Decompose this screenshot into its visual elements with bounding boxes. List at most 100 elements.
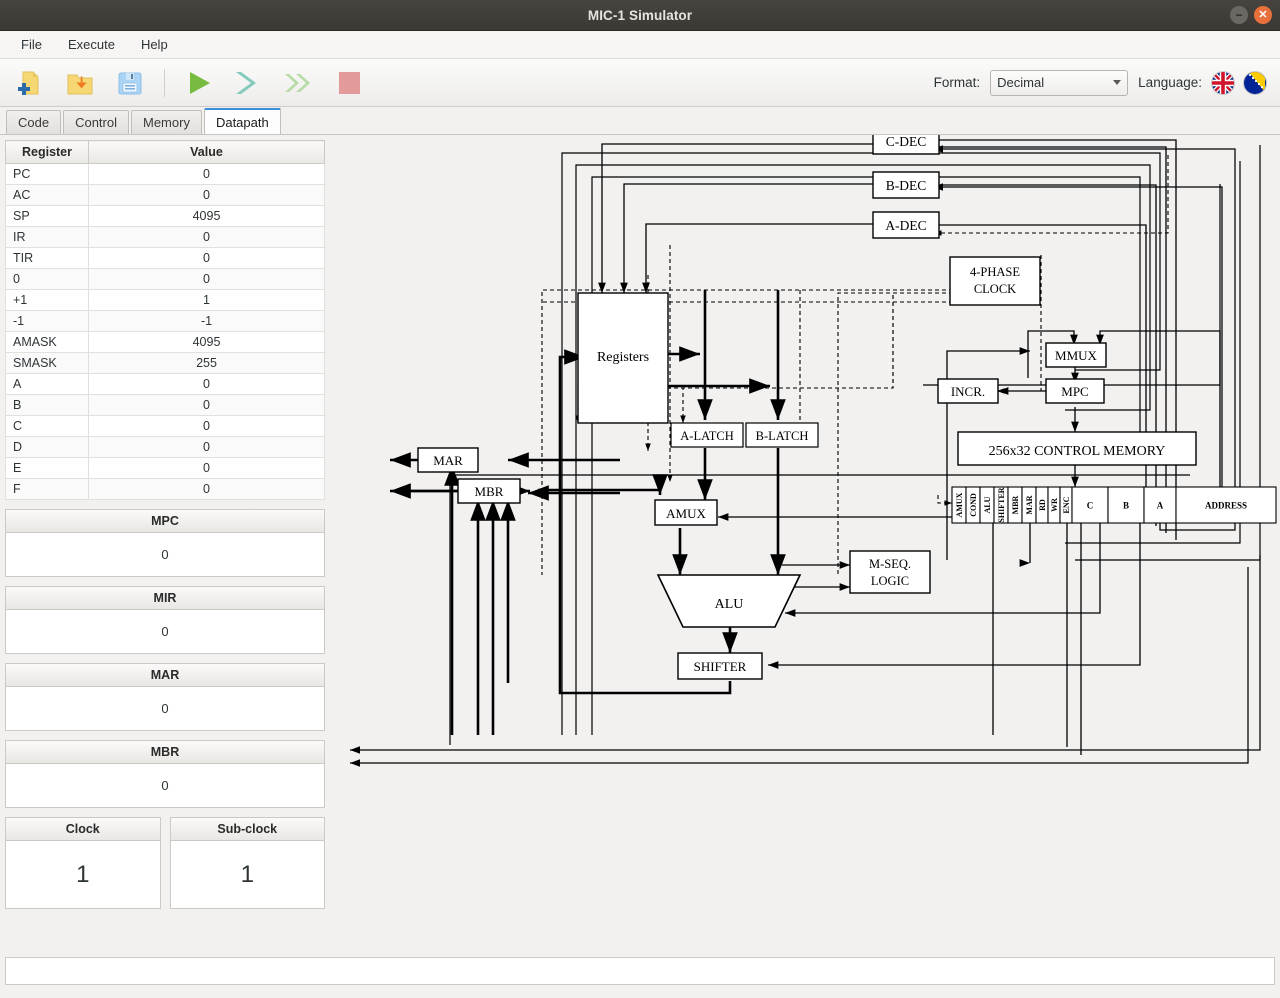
step-icon (232, 68, 266, 98)
register-name-cell: IR (6, 227, 89, 248)
main-content: Register Value PC0AC0SP4095IR0TIR000+11-… (0, 135, 1280, 998)
table-row[interactable]: +11 (6, 290, 325, 311)
register-value-cell: 0 (89, 269, 325, 290)
menubar: File Execute Help (0, 31, 1280, 59)
block-shifter-label: SHIFTER (694, 659, 747, 674)
value-panel-title: MAR (6, 664, 324, 687)
value-panel-title: MBR (6, 741, 324, 764)
united-kingdom-flag-icon[interactable] (1212, 72, 1234, 94)
block-b-latch-label: B-LATCH (756, 429, 809, 443)
column-header-register: Register (6, 141, 89, 164)
block-4-phase-clock-label-2: CLOCK (974, 282, 1016, 296)
new-file-button[interactable] (10, 63, 50, 103)
block-mmux-label: MMUX (1055, 348, 1098, 363)
run-button[interactable] (179, 63, 219, 103)
stop-button[interactable] (329, 63, 369, 103)
table-row[interactable]: TIR0 (6, 248, 325, 269)
table-row[interactable]: IR0 (6, 227, 325, 248)
step-button[interactable] (229, 63, 269, 103)
table-header-row: Register Value (6, 141, 325, 164)
menu-execute[interactable]: Execute (57, 34, 126, 55)
table-row[interactable]: SMASK255 (6, 353, 325, 374)
window-controls: − ✕ (1230, 0, 1272, 30)
value-panel-mbr: MBR0 (5, 740, 325, 808)
menu-help[interactable]: Help (130, 34, 179, 55)
block-mbr-label: MBR (475, 484, 504, 499)
table-row[interactable]: C0 (6, 416, 325, 437)
chevron-down-icon (1113, 80, 1121, 85)
table-row[interactable]: A0 (6, 374, 325, 395)
tab-code[interactable]: Code (6, 110, 61, 134)
value-panel-mar: MAR0 (5, 663, 325, 731)
toolbar-file-group (10, 63, 150, 103)
register-value-cell: 0 (89, 227, 325, 248)
table-row[interactable]: E0 (6, 458, 325, 479)
clock-panel-title: Clock (6, 818, 160, 841)
tab-control[interactable]: Control (63, 110, 129, 134)
value-panel-value: 0 (6, 610, 324, 653)
block-control-memory-label: 256x32 CONTROL MEMORY (989, 444, 1166, 459)
value-panel-mir: MIR0 (5, 586, 325, 654)
close-icon[interactable]: ✕ (1254, 6, 1272, 24)
clock-panel: Clock 1 (5, 817, 161, 909)
block-m-seq-logic-label-1: M-SEQ. (869, 557, 911, 571)
save-file-icon (115, 68, 145, 98)
datapath-diagram-panel: Registers A-LATCH B-LATCH MAR MBR AMUX A… (330, 135, 1280, 998)
mir-field-label: COND (969, 493, 978, 517)
register-name-cell: AC (6, 185, 89, 206)
menu-file[interactable]: File (10, 34, 53, 55)
mir-field-label: MAR (1025, 495, 1034, 514)
open-file-button[interactable] (60, 63, 100, 103)
left-panel: Register Value PC0AC0SP4095IR0TIR000+11-… (0, 135, 330, 998)
block-incr-label: INCR. (951, 384, 985, 399)
block-amux-label: AMUX (666, 506, 706, 521)
mir-field-label: AMUX (955, 492, 964, 517)
register-name-cell: TIR (6, 248, 89, 269)
value-panel-title: MIR (6, 587, 324, 610)
table-row[interactable]: -1-1 (6, 311, 325, 332)
table-row[interactable]: 00 (6, 269, 325, 290)
format-select[interactable]: Decimal (990, 70, 1128, 96)
register-name-cell: A (6, 374, 89, 395)
tab-memory[interactable]: Memory (131, 110, 202, 134)
block-mar-label: MAR (433, 453, 463, 468)
save-file-button[interactable] (110, 63, 150, 103)
block-a-dec-label: A-DEC (885, 218, 926, 233)
block-c-dec-label: C-DEC (886, 135, 927, 149)
tab-datapath[interactable]: Datapath (204, 108, 281, 134)
format-value: Decimal (997, 75, 1044, 90)
format-label: Format: (934, 75, 981, 90)
table-row[interactable]: PC0 (6, 164, 325, 185)
table-row[interactable]: SP4095 (6, 206, 325, 227)
register-name-cell: E (6, 458, 89, 479)
clock-panel-value: 1 (6, 841, 160, 908)
toolbar-exec-group (179, 63, 369, 103)
column-header-value: Value (89, 141, 325, 164)
table-row[interactable]: D0 (6, 437, 325, 458)
toolbar-options: Format: Decimal Language: (934, 70, 1270, 96)
register-name-cell: SMASK (6, 353, 89, 374)
open-file-icon (65, 68, 95, 98)
mir-field-label: A (1157, 501, 1164, 511)
fast-forward-icon (282, 68, 316, 98)
table-row[interactable]: AC0 (6, 185, 325, 206)
register-value-cell: 0 (89, 395, 325, 416)
register-value-cell: 255 (89, 353, 325, 374)
register-value-cell: 0 (89, 458, 325, 479)
bosnia-herzegovina-flag-icon[interactable] (1244, 72, 1266, 94)
minimize-icon[interactable]: − (1230, 6, 1248, 24)
run-icon (182, 68, 216, 98)
block-b-dec-label: B-DEC (886, 178, 927, 193)
language-label: Language: (1138, 75, 1202, 90)
table-row[interactable]: AMASK4095 (6, 332, 325, 353)
mir-field-label: ALU (983, 496, 992, 513)
table-row[interactable]: B0 (6, 395, 325, 416)
datapath-diagram: Registers A-LATCH B-LATCH MAR MBR AMUX A… (330, 135, 1280, 875)
table-row[interactable]: F0 (6, 479, 325, 500)
register-name-cell: AMASK (6, 332, 89, 353)
value-panel-title: MPC (6, 510, 324, 533)
micro-step-button[interactable] (279, 63, 319, 103)
register-name-cell: PC (6, 164, 89, 185)
register-value-cell: -1 (89, 311, 325, 332)
block-mpc-label: MPC (1061, 384, 1088, 399)
